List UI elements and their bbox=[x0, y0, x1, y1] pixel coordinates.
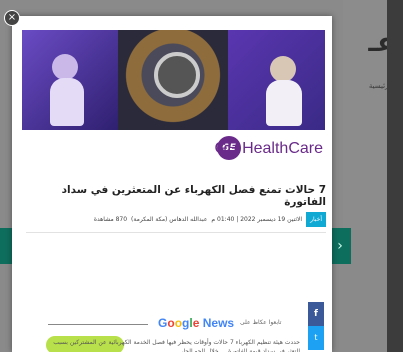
divider bbox=[26, 232, 326, 233]
ad-banner-image[interactable] bbox=[22, 30, 325, 130]
article-headline[interactable]: 7 حالات تمنع فصل الكهرباء عن المتعثرين ف… bbox=[26, 184, 326, 208]
doctor-body-icon bbox=[266, 80, 302, 126]
divider-line bbox=[48, 324, 148, 325]
article-author[interactable]: عبدالله الدهاس (مكة المكرمة) bbox=[131, 216, 207, 223]
brand-name: GE HealthCare bbox=[214, 140, 324, 157]
article-meta: أخبار الاثنين 19 ديسمبر 2022 | 01:40 م ع… bbox=[26, 212, 326, 227]
slider-next-button[interactable]: › bbox=[329, 228, 351, 264]
brand-logo-row: GE GE HealthCare bbox=[22, 134, 325, 164]
article-intro-text: حددت هيئة تنظيم الكهرباء 7 حالات وأوقات … bbox=[53, 339, 300, 352]
close-icon[interactable]: × bbox=[4, 10, 20, 26]
google-news-follow[interactable]: Google News تابعوا عكاظ على bbox=[22, 316, 322, 336]
category-tag[interactable]: أخبار bbox=[306, 212, 326, 227]
article-views: 870 مشاهدة bbox=[93, 216, 128, 223]
google-news-logo[interactable]: Google News bbox=[158, 316, 234, 330]
follow-text: تابعوا عكاظ على bbox=[240, 319, 282, 326]
scanner-ring-icon bbox=[154, 52, 200, 98]
scrollbar-track[interactable] bbox=[387, 0, 403, 352]
article-popup: GE GE HealthCare 7 حالات تمنع فصل الكهرب… bbox=[12, 16, 332, 352]
person-head-icon bbox=[52, 54, 78, 80]
doctor-head-icon bbox=[270, 56, 296, 82]
person-body-icon bbox=[50, 78, 84, 126]
article-date: الاثنين 19 ديسمبر 2022 | 01:40 م bbox=[211, 216, 303, 223]
